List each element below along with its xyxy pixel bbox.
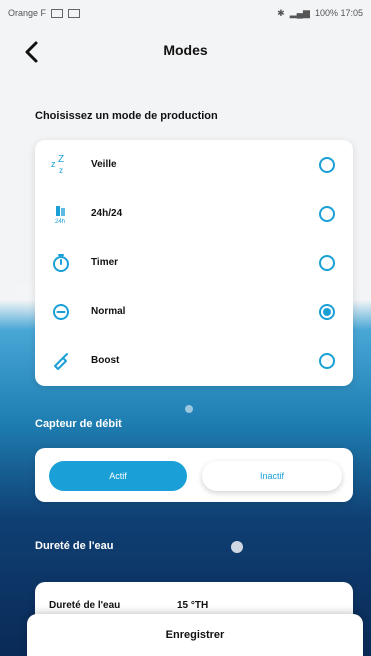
bluetooth-icon: ✱ <box>277 7 285 18</box>
page-title: Modes <box>163 42 208 58</box>
mode-radio-timer[interactable] <box>319 254 335 271</box>
mode-row-veille[interactable]: z Z z Veille <box>35 140 353 189</box>
24h-icon: 24h <box>49 202 73 226</box>
mode-label-24h: 24h/24 <box>91 208 123 219</box>
mode-row-24h[interactable]: 24h 24h/24 <box>35 189 353 238</box>
decorative-bubble <box>185 405 193 413</box>
water-hardness-section-title: Dureté de l'eau <box>35 540 114 552</box>
top-app-bar: Modes <box>0 28 371 72</box>
water-hardness-value: 15 °TH <box>177 600 209 611</box>
mode-label-veille: Veille <box>91 159 117 170</box>
save-button[interactable]: Enregistrer <box>27 614 363 656</box>
mode-radio-normal[interactable] <box>319 303 335 320</box>
decorative-bubble <box>231 541 243 553</box>
flow-sensor-inactive-button[interactable]: Inactif <box>202 461 342 491</box>
mode-label-normal: Normal <box>91 306 126 317</box>
minus-circle-icon <box>49 300 73 324</box>
back-arrow-icon <box>25 41 38 63</box>
flow-sensor-title: Capteur de débit <box>35 418 122 430</box>
flow-sensor-active-button[interactable]: Actif <box>49 461 187 491</box>
boost-icon <box>49 349 73 373</box>
signal-icon: ▂▄▆ <box>289 7 310 18</box>
carrier-label: Orange F <box>8 8 47 18</box>
mode-row-normal[interactable]: Normal <box>35 287 353 336</box>
status-bar: Orange F ✱ ▂▄▆ 100% 17:05 <box>0 0 371 26</box>
selected-dot <box>323 307 331 316</box>
notification-icon <box>51 8 64 18</box>
status-left: Orange F <box>8 8 81 18</box>
production-section-title: Choisissez un mode de production <box>35 110 218 122</box>
mode-radio-boost[interactable] <box>319 352 335 369</box>
message-icon <box>68 8 81 18</box>
water-hardness-label: Dureté de l'eau <box>49 600 121 611</box>
mode-label-boost: Boost <box>91 355 120 366</box>
mode-row-timer[interactable]: Timer <box>35 238 353 287</box>
back-button[interactable] <box>18 38 46 66</box>
mode-row-boost[interactable]: Boost <box>35 336 353 385</box>
sleep-zz-icon: z Z z <box>49 153 73 177</box>
battery-time: 100% 17:05 <box>314 8 363 18</box>
production-mode-list: z Z z Veille 24h 24h/24 Timer Normal Boo… <box>35 140 353 386</box>
mode-radio-veille[interactable] <box>319 156 335 173</box>
mode-label-timer: Timer <box>91 257 119 268</box>
status-right: ✱ ▂▄▆ 100% 17:05 <box>277 8 363 19</box>
flow-sensor-toggle: Actif Inactif <box>35 448 353 502</box>
svg-text:z: z <box>51 159 56 169</box>
timer-icon <box>49 251 73 275</box>
svg-text:24h: 24h <box>55 219 65 225</box>
mode-radio-24h[interactable] <box>319 205 335 222</box>
svg-text:Z: Z <box>58 154 64 165</box>
svg-text:z: z <box>59 166 63 175</box>
